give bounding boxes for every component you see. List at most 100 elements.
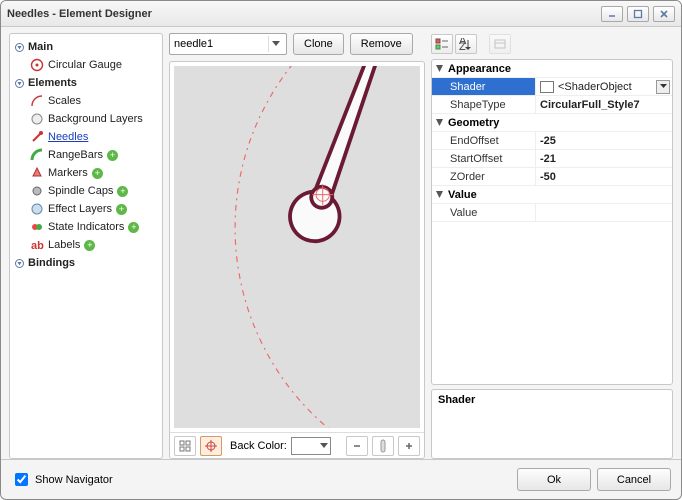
titlebar: Needles - Element Designer: [1, 1, 681, 27]
collapse-icon: [432, 64, 446, 73]
clone-button[interactable]: Clone: [293, 33, 344, 55]
pg-row-zorder[interactable]: ZOrder -50: [432, 168, 672, 186]
tree-item-label: Background Layers: [48, 113, 143, 125]
pg-category-value[interactable]: Value: [432, 186, 672, 204]
zoom-in-button[interactable]: [398, 436, 420, 456]
tree-item-spindle-caps[interactable]: Spindle Caps +: [12, 182, 160, 200]
show-navigator-checkbox[interactable]: Show Navigator: [11, 470, 113, 489]
tree-item-label: Circular Gauge: [48, 59, 122, 71]
maximize-button[interactable]: [627, 6, 649, 22]
cancel-button[interactable]: Cancel: [597, 468, 671, 491]
canvas-toolbar: Back Color:: [170, 432, 424, 458]
pg-prop-name: Shader: [432, 78, 536, 95]
button-label: Ok: [547, 474, 561, 486]
pg-category-appearance[interactable]: Appearance: [432, 60, 672, 78]
pg-prop-name: ZOrder: [432, 168, 536, 185]
tree-item-state-indicators[interactable]: State Indicators +: [12, 218, 160, 236]
alphabetical-view-button[interactable]: AZ: [455, 34, 477, 54]
pg-prop-value[interactable]: [536, 204, 672, 221]
grid-toggle-button[interactable]: [174, 436, 196, 456]
tree-item-circular-gauge[interactable]: Circular Gauge: [12, 56, 160, 74]
pg-category-label: Value: [446, 189, 477, 201]
tree-item-needles[interactable]: Needles: [12, 128, 160, 146]
pg-prop-name: Value: [432, 204, 536, 221]
ok-button[interactable]: Ok: [517, 468, 591, 491]
property-description-panel: Shader: [431, 389, 673, 459]
pg-category-geometry[interactable]: Geometry: [432, 114, 672, 132]
property-grid[interactable]: Appearance Shader <ShaderObject ShapeTyp…: [431, 59, 673, 385]
chevron-down-icon: [320, 443, 328, 449]
add-icon[interactable]: +: [117, 186, 128, 197]
tree-item-label: Spindle Caps: [48, 185, 113, 197]
tree-item-label: Effect Layers: [48, 203, 112, 215]
add-icon[interactable]: +: [128, 222, 139, 233]
pg-row-startoffset[interactable]: StartOffset -21: [432, 150, 672, 168]
tree-group-main[interactable]: Main: [12, 38, 160, 56]
tree-group-label: Elements: [28, 77, 77, 89]
tree-item-label: Scales: [48, 95, 81, 107]
backcolor-label: Back Color:: [230, 440, 287, 452]
dialog-footer: Show Navigator Ok Cancel: [1, 459, 681, 499]
marker-icon: [30, 166, 44, 180]
add-icon[interactable]: +: [116, 204, 127, 215]
checkbox-label: Show Navigator: [35, 474, 113, 486]
window-title: Needles - Element Designer: [7, 8, 152, 20]
spindle-icon: [30, 184, 44, 198]
categorized-view-button[interactable]: [431, 34, 453, 54]
pg-row-shader[interactable]: Shader <ShaderObject: [432, 78, 672, 96]
tree-item-label: RangeBars: [48, 149, 103, 161]
tree-group-bindings[interactable]: Bindings: [12, 254, 160, 272]
collapse-icon: [432, 190, 446, 199]
needle-selector-dropdown[interactable]: needle1: [169, 33, 287, 55]
tree-item-label: Needles: [48, 131, 88, 143]
collapse-icon: [14, 78, 24, 88]
minimize-button[interactable]: [601, 6, 623, 22]
tree-item-label: Markers: [48, 167, 88, 179]
dropdown-value: needle1: [174, 38, 213, 50]
tree-item-labels[interactable]: abc Labels +: [12, 236, 160, 254]
navigator-tree[interactable]: Main Circular Gauge Elements Scales Back…: [9, 33, 163, 459]
chevron-down-icon: [268, 36, 282, 52]
color-swatch-icon: [540, 81, 554, 93]
pg-prop-value[interactable]: -50: [536, 168, 672, 185]
zoom-out-button[interactable]: [346, 436, 368, 456]
zoom-slider-button[interactable]: [372, 436, 394, 456]
needle-icon: [30, 130, 44, 144]
tree-group-elements[interactable]: Elements: [12, 74, 160, 92]
property-pages-button: [489, 34, 511, 54]
tree-item-scales[interactable]: Scales: [12, 92, 160, 110]
show-navigator-input[interactable]: [15, 473, 28, 486]
pg-row-endoffset[interactable]: EndOffset -25: [432, 132, 672, 150]
window: Needles - Element Designer Main Circular…: [0, 0, 682, 500]
tree-item-effect-layers[interactable]: Effect Layers +: [12, 200, 160, 218]
button-label: Remove: [361, 38, 402, 50]
preview-canvas-container: Back Color:: [169, 61, 425, 459]
remove-button[interactable]: Remove: [350, 33, 413, 55]
tree-item-markers[interactable]: Markers +: [12, 164, 160, 182]
pg-prop-value[interactable]: <ShaderObject: [536, 78, 672, 95]
button-label: Clone: [304, 38, 333, 50]
svg-text:Z: Z: [459, 41, 466, 50]
pg-prop-value[interactable]: -21: [536, 150, 672, 167]
add-icon[interactable]: +: [92, 168, 103, 179]
collapse-icon: [432, 118, 446, 127]
preview-canvas[interactable]: [174, 66, 420, 428]
property-description-title: Shader: [438, 394, 666, 406]
pg-prop-name: EndOffset: [432, 132, 536, 149]
chevron-down-icon[interactable]: [656, 80, 670, 94]
rangebar-icon: [30, 148, 44, 162]
button-label: Cancel: [617, 474, 651, 486]
add-icon[interactable]: +: [107, 150, 118, 161]
effect-icon: [30, 202, 44, 216]
close-button[interactable]: [653, 6, 675, 22]
pg-category-label: Appearance: [446, 63, 511, 75]
pg-prop-value[interactable]: -25: [536, 132, 672, 149]
pg-row-shapetype[interactable]: ShapeType CircularFull_Style7: [432, 96, 672, 114]
tree-item-rangebars[interactable]: RangeBars +: [12, 146, 160, 164]
backcolor-picker[interactable]: [291, 437, 331, 455]
pg-row-value[interactable]: Value: [432, 204, 672, 222]
crosshair-toggle-button[interactable]: [200, 436, 222, 456]
add-icon[interactable]: +: [84, 240, 95, 251]
tree-item-background-layers[interactable]: Background Layers: [12, 110, 160, 128]
pg-prop-value[interactable]: CircularFull_Style7: [536, 96, 672, 113]
